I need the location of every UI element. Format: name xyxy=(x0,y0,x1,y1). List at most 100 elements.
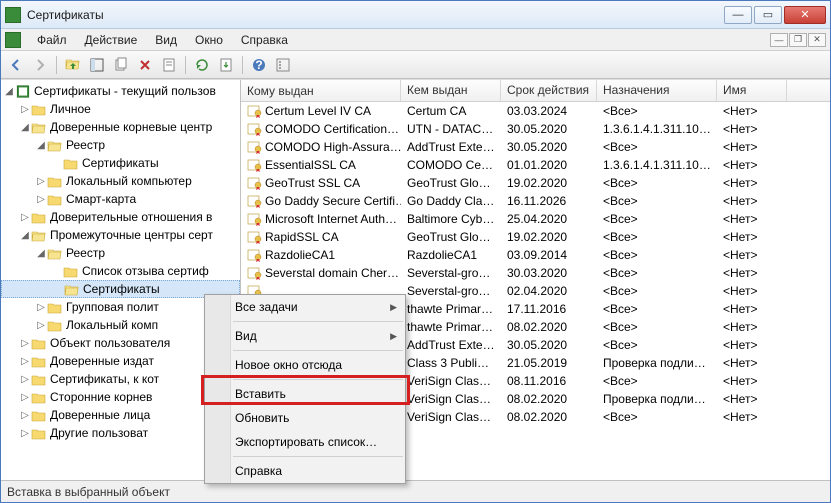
cell-name: <Нет> xyxy=(717,338,787,352)
main-window: Сертификаты — ▭ ✕ Файл Действие Вид Окно… xyxy=(0,0,831,503)
certificate-icon xyxy=(247,212,263,226)
expand-icon[interactable]: ▷ xyxy=(19,392,31,403)
menu-help[interactable]: Справка xyxy=(233,31,296,49)
table-row[interactable]: Severstal domain Cher…Severstal-grou…30.… xyxy=(241,264,830,282)
table-row[interactable]: Go Daddy Secure Certifi…Go Daddy Class…1… xyxy=(241,192,830,210)
table-row[interactable]: EssentialSSL CACOMODO Certi…01.01.20201.… xyxy=(241,156,830,174)
maximize-button[interactable]: ▭ xyxy=(754,6,782,24)
menu-action[interactable]: Действие xyxy=(77,31,146,49)
certificate-icon xyxy=(247,248,263,262)
col-issued-by[interactable]: Кем выдан xyxy=(401,80,501,101)
cm-view[interactable]: Вид xyxy=(205,324,405,348)
col-issued-to[interactable]: Кому выдан xyxy=(241,80,401,101)
tree-smart-card[interactable]: ▷ Смарт-карта xyxy=(1,190,240,208)
delete-button[interactable] xyxy=(134,54,156,76)
folder-icon xyxy=(31,337,47,350)
cell-purpose: <Все> xyxy=(597,284,717,298)
expand-icon[interactable]: ▷ xyxy=(35,176,47,187)
export-button[interactable] xyxy=(215,54,237,76)
cell-name: <Нет> xyxy=(717,230,787,244)
cell-purpose: Проверка подлин… xyxy=(597,356,717,370)
expand-icon[interactable]: ▷ xyxy=(19,410,31,421)
cell-expiry: 02.04.2020 xyxy=(501,284,597,298)
cell-issued-to: EssentialSSL CA xyxy=(265,158,356,172)
cell-name: <Нет> xyxy=(717,122,787,136)
mdi-restore-button[interactable]: ❐ xyxy=(789,33,807,47)
cm-all-tasks[interactable]: Все задачи xyxy=(205,295,405,319)
tree-personal[interactable]: ▷ Личное xyxy=(1,100,240,118)
cell-expiry: 08.02.2020 xyxy=(501,320,597,334)
table-row[interactable]: Certum Level IV CACertum CA03.03.2024<Вс… xyxy=(241,102,830,120)
cell-issued-to: COMODO High-Assura… xyxy=(265,140,401,154)
tree-registry-2[interactable]: ◢ Реестр xyxy=(1,244,240,262)
close-button[interactable]: ✕ xyxy=(784,6,826,24)
table-row[interactable]: RapidSSL CAGeoTrust Globa…19.02.2020<Все… xyxy=(241,228,830,246)
cell-expiry: 03.03.2024 xyxy=(501,104,597,118)
tree-trusted-rel[interactable]: ▷ Доверительные отношения в xyxy=(1,208,240,226)
options-button[interactable] xyxy=(272,54,294,76)
expand-icon[interactable]: ▷ xyxy=(35,320,47,331)
app-icon xyxy=(5,7,21,23)
expand-icon[interactable]: ▷ xyxy=(19,104,31,115)
tree-crl[interactable]: Список отзыва сертиф xyxy=(1,262,240,280)
cm-paste[interactable]: Вставить xyxy=(205,382,405,406)
tree-local-computer[interactable]: ▷ Локальный компьютер xyxy=(1,172,240,190)
expand-icon[interactable]: ▷ xyxy=(19,428,31,439)
cell-expiry: 30.05.2020 xyxy=(501,122,597,136)
mdi-close-button[interactable]: ✕ xyxy=(808,33,826,47)
table-row[interactable]: Microsoft Internet Auth…Baltimore Cybe…2… xyxy=(241,210,830,228)
tree-intermediate[interactable]: ◢ Промежуточные центры серт xyxy=(1,226,240,244)
tree-registry-1[interactable]: ◢ Реестр xyxy=(1,136,240,154)
cm-refresh[interactable]: Обновить xyxy=(205,406,405,430)
properties-button[interactable] xyxy=(158,54,180,76)
up-button[interactable] xyxy=(62,54,84,76)
back-button[interactable] xyxy=(5,54,27,76)
cut-button[interactable] xyxy=(110,54,132,76)
forward-button[interactable] xyxy=(29,54,51,76)
collapse-icon[interactable]: ◢ xyxy=(35,248,47,259)
cell-expiry: 21.05.2019 xyxy=(501,356,597,370)
table-row[interactable]: GeoTrust SSL CAGeoTrust Globa…19.02.2020… xyxy=(241,174,830,192)
expand-icon[interactable]: ▷ xyxy=(19,356,31,367)
minimize-button[interactable]: — xyxy=(724,6,752,24)
collapse-icon[interactable]: ◢ xyxy=(19,230,31,241)
expand-icon[interactable]: ▷ xyxy=(19,338,31,349)
cm-export-list[interactable]: Экспортировать список… xyxy=(205,430,405,454)
tree-root[interactable]: ◢ Сертификаты - текущий пользов xyxy=(1,82,240,100)
col-expiry[interactable]: Срок действия xyxy=(501,80,597,101)
help-button[interactable]: ? xyxy=(248,54,270,76)
table-row[interactable]: COMODO Certification…UTN - DATACo…30.05.… xyxy=(241,120,830,138)
cell-issued-to: GeoTrust SSL CA xyxy=(265,176,360,190)
col-purpose[interactable]: Назначения xyxy=(597,80,717,101)
cell-expiry: 08.11.2016 xyxy=(501,374,597,388)
expand-icon[interactable]: ▷ xyxy=(19,212,31,223)
cm-help[interactable]: Справка xyxy=(205,459,405,483)
show-hide-tree-button[interactable] xyxy=(86,54,108,76)
tree-certs-1[interactable]: Сертификаты xyxy=(1,154,240,172)
folder-open-icon xyxy=(31,121,47,134)
table-row[interactable]: COMODO High-Assura…AddTrust Exter…30.05.… xyxy=(241,138,830,156)
expand-icon[interactable]: ▷ xyxy=(35,302,47,313)
expand-icon[interactable]: ▷ xyxy=(35,194,47,205)
collapse-icon[interactable]: ◢ xyxy=(35,140,47,151)
cell-purpose: <Все> xyxy=(597,374,717,388)
collapse-icon[interactable]: ◢ xyxy=(19,122,31,133)
collapse-icon[interactable]: ◢ xyxy=(3,86,15,97)
table-row[interactable]: RazdolieCA1RazdolieCA103.09.2014<Все><Не… xyxy=(241,246,830,264)
refresh-button[interactable] xyxy=(191,54,213,76)
tree-trusted-root[interactable]: ◢ Доверенные корневые центр xyxy=(1,118,240,136)
cell-name: <Нет> xyxy=(717,104,787,118)
window-controls: — ▭ ✕ xyxy=(724,6,826,24)
col-name[interactable]: Имя xyxy=(717,80,787,101)
mdi-minimize-button[interactable]: — xyxy=(770,33,788,47)
cell-issued-to: RazdolieCA1 xyxy=(265,248,335,262)
expand-icon[interactable]: ▷ xyxy=(19,374,31,385)
menu-file[interactable]: Файл xyxy=(29,31,75,49)
menu-window[interactable]: Окно xyxy=(187,31,231,49)
cm-new-window[interactable]: Новое окно отсюда xyxy=(205,353,405,377)
folder-icon xyxy=(31,391,47,404)
cell-expiry: 16.11.2026 xyxy=(501,194,597,208)
cell-purpose: <Все> xyxy=(597,248,717,262)
menu-view[interactable]: Вид xyxy=(147,31,185,49)
cell-name: <Нет> xyxy=(717,320,787,334)
